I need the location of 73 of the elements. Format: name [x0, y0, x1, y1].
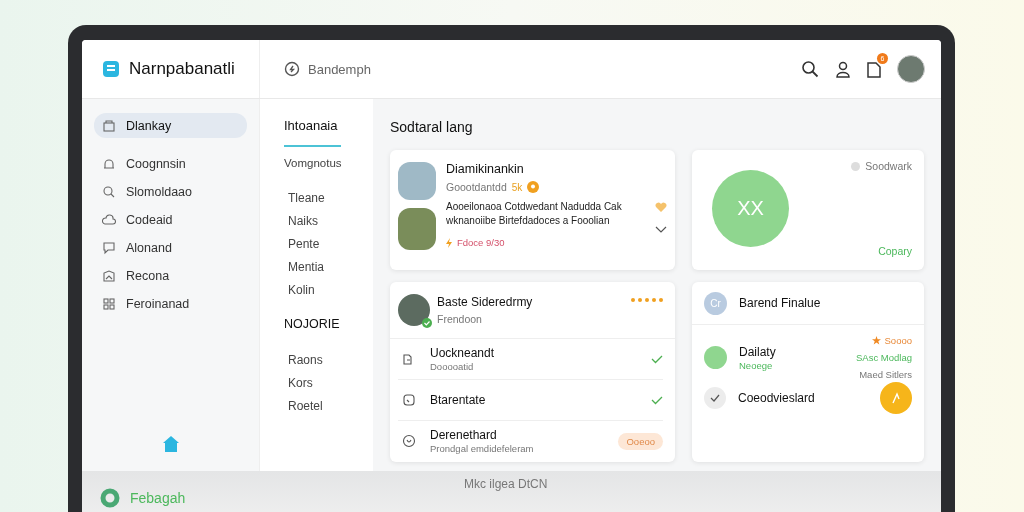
cloud-icon [102, 213, 116, 227]
initials-avatar: Cr [704, 291, 727, 315]
subnav-link[interactable]: Naiks [288, 214, 325, 228]
status-badge: Ooeoo [618, 432, 663, 450]
status-label: Soodwark [865, 160, 912, 172]
search-icon[interactable] [801, 60, 819, 78]
page-title: Sodtaral lang [390, 119, 474, 135]
summary-item-subtitle: Neoege [739, 359, 774, 371]
box-icon [102, 118, 116, 133]
post-text: Aooeilonaoa Cotdwedant Nadudda Cak wknanoiibe Birtefdadoces a Fooolian [446, 200, 623, 228]
item-title: Uockneandt [430, 346, 496, 360]
summary-tag: SAsc Modlag [856, 352, 912, 363]
sidebar-item[interactable]: Feroinanad [94, 294, 247, 314]
post-score: 5k [511, 181, 523, 193]
profile-subtitle: Frendoon [437, 313, 483, 325]
subnav-link[interactable]: Raons [288, 353, 323, 367]
sidebar-item[interactable]: Alonand [94, 238, 247, 258]
document-icon[interactable] [867, 60, 881, 78]
footer-label: Febagah [130, 490, 186, 506]
item-title: Btarentate [430, 393, 487, 407]
status-circle [704, 346, 727, 369]
chat-icon [102, 241, 116, 255]
subnav-link[interactable]: Mentia [288, 260, 325, 274]
subnav-link[interactable]: Tleane [288, 191, 325, 205]
sidebar-item[interactable]: Dlankay [94, 113, 247, 138]
search-icon [102, 185, 116, 199]
sidebar-item[interactable]: Slomoldaao [94, 182, 247, 202]
profile-avatar [398, 294, 430, 326]
item-subtitle: Prondgal emdidefeleram [430, 443, 535, 454]
post-author: Diamikinankin [446, 162, 525, 176]
user-icon[interactable] [835, 60, 851, 78]
footer-caption: Mkc ilgea DtCN [464, 477, 548, 491]
sidebar-item[interactable]: Recona [94, 266, 247, 286]
section-title: Ihtoanaia [284, 118, 338, 133]
verified-icon [422, 318, 432, 328]
summary-title: Barend Finalue [739, 296, 821, 310]
summary-note: Maed Sitlers [859, 369, 912, 380]
item-title: Derenethard [430, 428, 498, 442]
subnav-link[interactable]: Kolin [288, 283, 325, 297]
profile-name: Baste Sideredrmy [437, 295, 534, 309]
logo-icon [102, 60, 120, 78]
check-circle-icon [704, 387, 726, 409]
star-icon [871, 336, 881, 345]
photo-placeholder [398, 208, 436, 250]
ring-icon [100, 488, 120, 508]
subnav-link[interactable]: Pente [288, 237, 325, 251]
sidebar-item[interactable]: Codeaid [94, 210, 247, 230]
post-date: Fdoce 9/30 [457, 237, 505, 248]
post-meta: Goootdantdd [446, 181, 507, 193]
summary-item-title: Dailaty [739, 344, 777, 359]
status-dot [851, 161, 861, 171]
house-icon [102, 269, 116, 283]
item-subtitle: Dooooatid [430, 361, 475, 372]
app-name: Narnpabanatli [129, 59, 235, 79]
summary-item-title: Coeodvieslard [738, 391, 816, 405]
initials-avatar: XX [712, 170, 789, 247]
item-icon [402, 434, 416, 448]
lightning-icon [446, 237, 452, 248]
subnav-link[interactable]: Roetel [288, 399, 323, 413]
pin-icon [527, 181, 540, 193]
subnav-link[interactable]: Kors [288, 376, 323, 390]
section-subtitle: Vomgnotus [284, 157, 342, 169]
item-icon [402, 393, 416, 407]
sidebar-item[interactable]: Coognnsin [94, 154, 247, 174]
section-heading: NOJORIE [284, 317, 340, 331]
rating-label: Soooo [884, 335, 912, 346]
chevron-down-icon[interactable] [655, 226, 667, 233]
lightning-icon [284, 61, 300, 77]
bell-icon [102, 157, 116, 171]
photo-placeholder [398, 162, 436, 200]
grid-icon [102, 297, 116, 311]
user-avatar[interactable] [897, 55, 925, 83]
search-link[interactable]: Bandemph [284, 61, 371, 77]
